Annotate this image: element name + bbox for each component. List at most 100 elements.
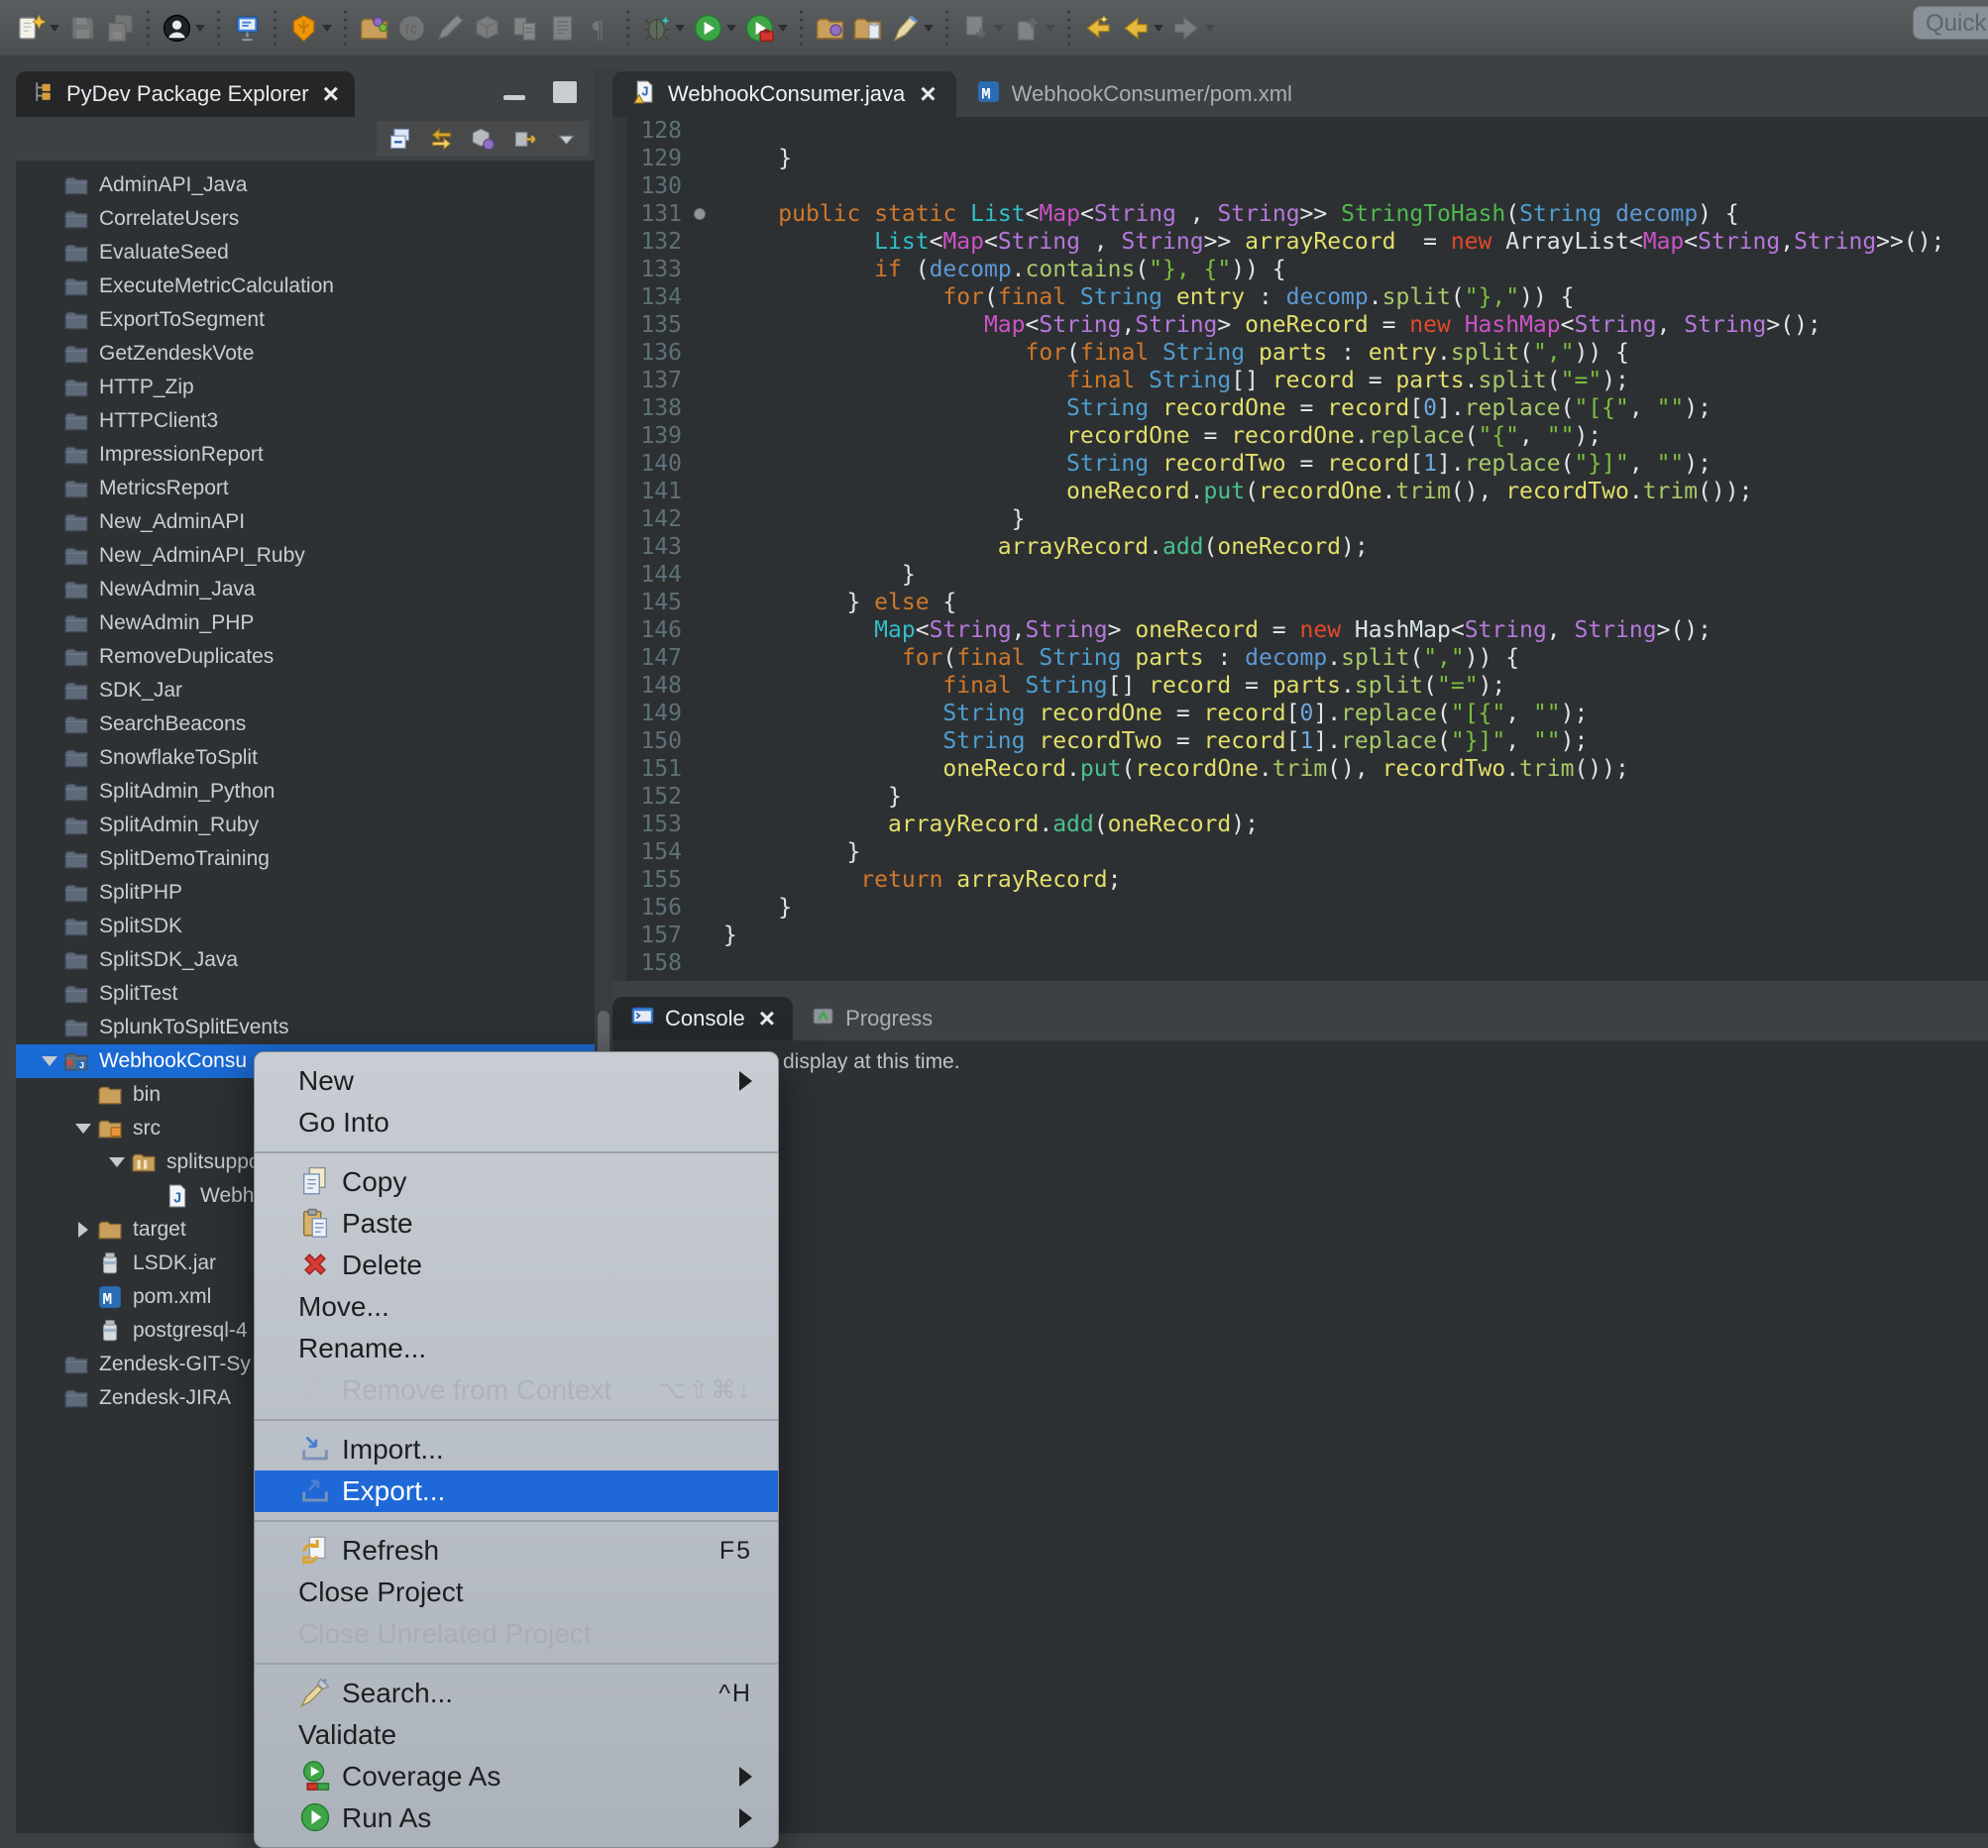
- tree-item-http-zip[interactable]: HTTP_Zip: [16, 371, 595, 404]
- menu-item-move[interactable]: Move...: [255, 1286, 778, 1328]
- expander-down-icon[interactable]: [103, 1157, 131, 1167]
- line-number: 143: [612, 533, 710, 561]
- tree-item-searchbeacons[interactable]: SearchBeacons: [16, 707, 595, 741]
- back-history-button[interactable]: [1078, 8, 1116, 48]
- close-icon[interactable]: ×: [323, 84, 339, 104]
- tree-item-splunktosplitevents[interactable]: SplunkToSplitEvents: [16, 1011, 595, 1044]
- menu-item-go-into[interactable]: Go Into: [255, 1102, 778, 1143]
- menu-item-close-project[interactable]: Close Project: [255, 1572, 778, 1613]
- tree-item-adminapi-java[interactable]: AdminAPI_Java: [16, 168, 595, 202]
- tab-pydev-package-explorer[interactable]: PyDev Package Explorer ×: [16, 71, 355, 117]
- tree-item-evaluateseed[interactable]: EvaluateSeed: [16, 236, 595, 270]
- tree-item-splitsdk-java[interactable]: SplitSDK_Java: [16, 943, 595, 977]
- menu-item-refresh[interactable]: RefreshF5: [255, 1530, 778, 1572]
- open-bug-folder-button[interactable]: [355, 8, 392, 48]
- dropdown-arrow-icon[interactable]: [50, 25, 59, 32]
- menu-item-new[interactable]: New: [255, 1060, 778, 1102]
- remote-console-button[interactable]: [228, 8, 266, 48]
- close-icon[interactable]: ×: [759, 1009, 775, 1029]
- menu-item-rename[interactable]: Rename...: [255, 1328, 778, 1369]
- menu-item-paste[interactable]: Paste: [255, 1203, 778, 1245]
- link-editor-button[interactable]: [426, 124, 456, 154]
- user-profile-button[interactable]: [158, 8, 195, 48]
- dropdown-arrow-icon[interactable]: [322, 25, 332, 32]
- tree-item-new-adminapi[interactable]: New_AdminAPI: [16, 505, 595, 539]
- code-line: 133 if (decomp.contains("}, {")) {: [612, 256, 1988, 283]
- close-icon[interactable]: ×: [920, 84, 936, 104]
- dropdown-arrow-icon[interactable]: [675, 25, 685, 32]
- tree-item-splitsdk[interactable]: SplitSDK: [16, 910, 595, 943]
- tree-item-newadmin-java[interactable]: NewAdmin_Java: [16, 573, 595, 606]
- tree-item-getzendeskvote[interactable]: GetZendeskVote: [16, 337, 595, 371]
- code-line: 157 }: [612, 922, 1988, 949]
- back-button[interactable]: [1116, 8, 1154, 48]
- task-orange-button[interactable]: [284, 8, 322, 48]
- proj-folder-icon: [63, 206, 89, 232]
- run-button[interactable]: [689, 8, 726, 48]
- dropdown-arrow-icon[interactable]: [726, 25, 736, 32]
- dropdown-arrow-icon[interactable]: [195, 25, 205, 32]
- editor-tab-webhookconsumer-pom-xml[interactable]: MWebhookConsumer/pom.xml: [956, 71, 1312, 117]
- pkg-ball-button[interactable]: [468, 124, 497, 154]
- tree-item-new-adminapi-ruby[interactable]: New_AdminAPI_Ruby: [16, 539, 595, 573]
- line-number: 140: [612, 450, 710, 478]
- tree-item-sdk-jar[interactable]: SDK_Jar: [16, 674, 595, 707]
- console-view-icon: [630, 1004, 655, 1034]
- menu-item-search[interactable]: Search...^H: [255, 1673, 778, 1714]
- open-type-folder-button[interactable]: [811, 8, 848, 48]
- folder-icon: [97, 1082, 123, 1108]
- code-line: 139 recordOne = recordOne.replace("{", "…: [612, 422, 1988, 450]
- view-menu-button[interactable]: [551, 124, 581, 154]
- tree-item-executemetriccalculation[interactable]: ExecuteMetricCalculation: [16, 270, 595, 303]
- tree-item-exporttosegment[interactable]: ExportToSegment: [16, 303, 595, 337]
- menu-item-label: Copy: [342, 1166, 406, 1198]
- expander-down-icon[interactable]: [69, 1124, 97, 1134]
- tree-item-label: SplitTest: [99, 982, 177, 1006]
- tree-item-snowflaketosplit[interactable]: SnowflakeToSplit: [16, 741, 595, 775]
- tree-item-splitphp[interactable]: SplitPHP: [16, 876, 595, 910]
- maximize-view-button[interactable]: [553, 81, 577, 103]
- paste-folder-button[interactable]: [848, 8, 886, 48]
- console-tab-console[interactable]: Console×: [612, 997, 793, 1040]
- debug-beetle-button[interactable]: [637, 8, 675, 48]
- tree-item-splitdemotraining[interactable]: SplitDemoTraining: [16, 842, 595, 876]
- proj-folder-icon: [63, 610, 89, 636]
- expander-right-icon[interactable]: [69, 1222, 97, 1238]
- menu-item-copy[interactable]: Copy: [255, 1161, 778, 1203]
- tree-item-splittest[interactable]: SplitTest: [16, 977, 595, 1011]
- line-number: 129: [612, 145, 710, 172]
- menu-item-import[interactable]: Import...: [255, 1429, 778, 1470]
- debug-run-button[interactable]: [740, 8, 778, 48]
- menu-item-delete[interactable]: Delete: [255, 1245, 778, 1286]
- new-wizard-button[interactable]: [12, 8, 50, 48]
- tree-item-correlateusers[interactable]: CorrelateUsers: [16, 202, 595, 236]
- line-number: 135: [612, 311, 710, 339]
- menu-item-validate[interactable]: Validate: [255, 1714, 778, 1756]
- collapse-all-button[interactable]: [385, 124, 414, 154]
- quick-access-box[interactable]: Quick A: [1913, 6, 1988, 40]
- tree-item-splitadmin-python[interactable]: SplitAdmin_Python: [16, 775, 595, 809]
- tree-item-newadmin-php[interactable]: NewAdmin_PHP: [16, 606, 595, 640]
- fold-marker-icon[interactable]: [694, 208, 706, 220]
- dropdown-arrow-icon[interactable]: [924, 25, 934, 32]
- code-editor[interactable]: 128129 }130131 public static List<Map<St…: [612, 117, 1988, 981]
- tree-item-httpclient3[interactable]: HTTPClient3: [16, 404, 595, 438]
- pkg-focus-button[interactable]: [509, 124, 539, 154]
- minimize-view-button[interactable]: [503, 95, 525, 100]
- tree-item-removeduplicates[interactable]: RemoveDuplicates: [16, 640, 595, 674]
- marker-pen-button[interactable]: [886, 8, 924, 48]
- maven-m-icon: M: [97, 1284, 123, 1310]
- horizontal-sash[interactable]: [612, 981, 1988, 995]
- proj-folder-icon: [63, 813, 89, 838]
- menu-item-coverage-as[interactable]: Coverage As: [255, 1756, 778, 1797]
- m-removectx-icon: [298, 1372, 334, 1408]
- editor-tab-webhookconsumer-java[interactable]: JWebhookConsumer.java×: [612, 71, 956, 117]
- tree-item-splitadmin-ruby[interactable]: SplitAdmin_Ruby: [16, 809, 595, 842]
- menu-item-export[interactable]: Export...: [255, 1470, 778, 1512]
- tree-item-metricsreport[interactable]: MetricsReport: [16, 472, 595, 505]
- dropdown-arrow-icon[interactable]: [778, 25, 788, 32]
- expander-down-icon[interactable]: [36, 1056, 63, 1066]
- tree-item-impressionreport[interactable]: ImpressionReport: [16, 438, 595, 472]
- console-tab-progress[interactable]: Progress: [793, 997, 950, 1040]
- dropdown-arrow-icon[interactable]: [1154, 25, 1163, 32]
